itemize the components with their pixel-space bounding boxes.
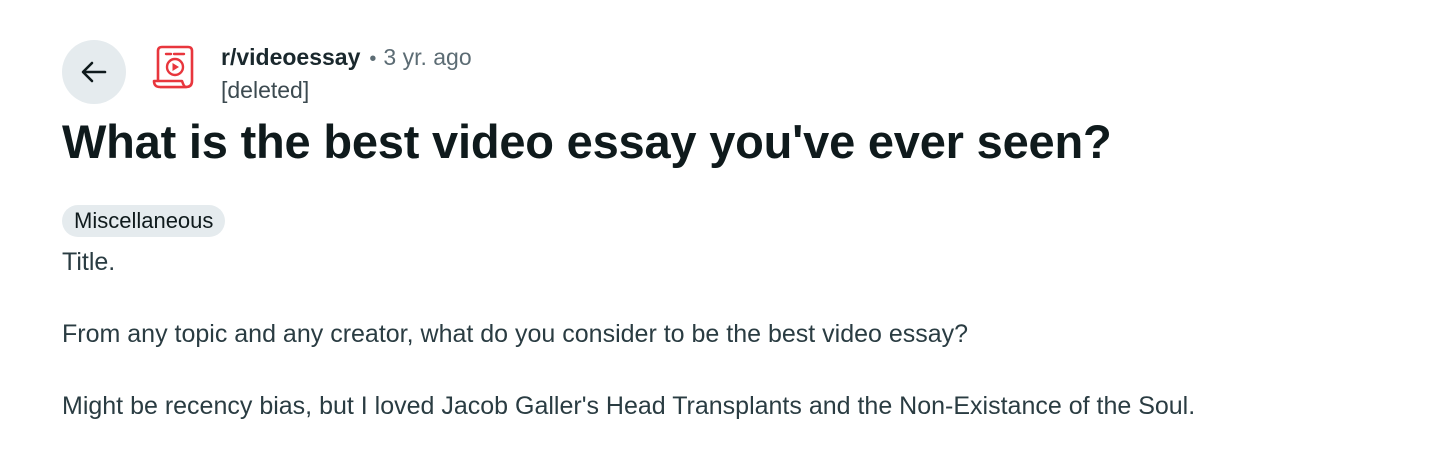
post-paragraph: From any topic and any creator, what do … bbox=[62, 320, 969, 348]
post-paragraph: Might be recency bias, but I loved Jacob… bbox=[62, 392, 1196, 420]
post-meta-line: r/videoessay • 3 yr. ago bbox=[221, 42, 472, 75]
post-paragraph: Title. bbox=[62, 248, 116, 276]
subreddit-avatar[interactable] bbox=[148, 42, 202, 96]
post-title: What is the best video essay you've ever… bbox=[62, 115, 1112, 168]
meta-separator: • bbox=[369, 48, 377, 70]
post-meta: r/videoessay • 3 yr. ago [deleted] bbox=[221, 42, 472, 106]
video-scroll-icon bbox=[150, 41, 200, 98]
subreddit-link[interactable]: r/videoessay bbox=[221, 42, 360, 73]
post-age: 3 yr. ago bbox=[383, 44, 472, 70]
arrow-left-icon bbox=[79, 57, 109, 87]
post-author: [deleted] bbox=[221, 77, 310, 103]
post-flair[interactable]: Miscellaneous bbox=[62, 205, 226, 237]
post-body: Title. From any topic and any creator, w… bbox=[62, 244, 1432, 460]
back-button[interactable] bbox=[62, 40, 126, 104]
